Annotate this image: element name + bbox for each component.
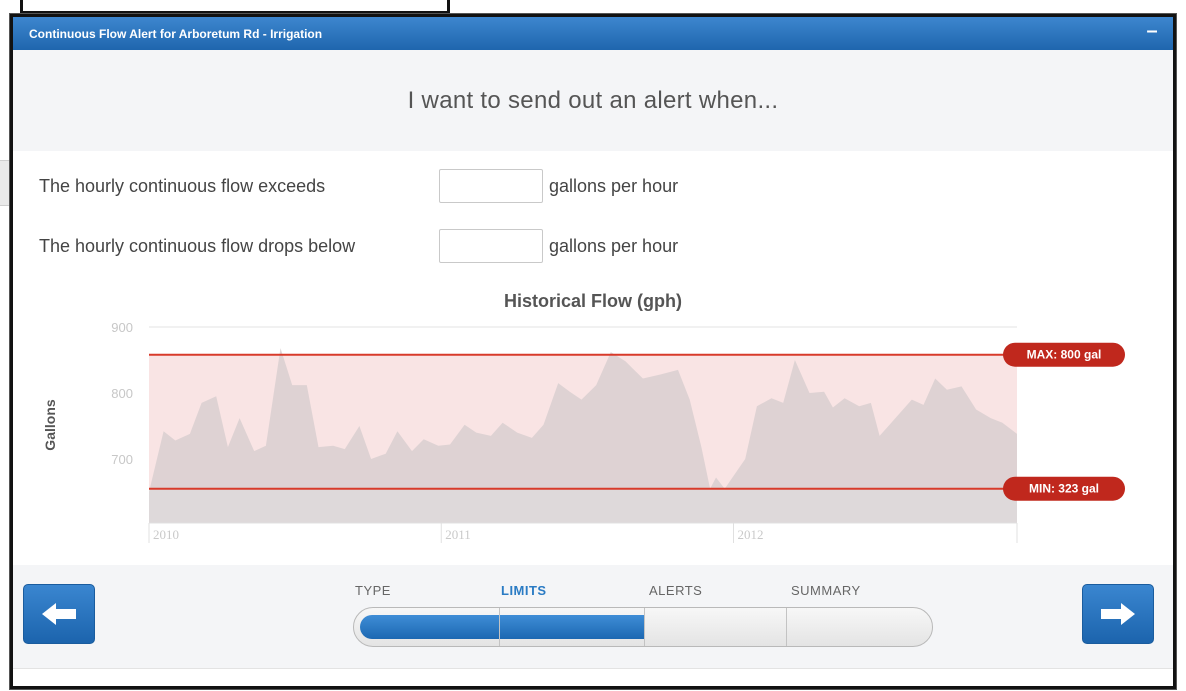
alert-dialog: Continuous Flow Alert for Arboretum Rd -… bbox=[10, 14, 1176, 689]
step-alerts[interactable]: ALERTS bbox=[649, 583, 702, 598]
wizard-progress-bar bbox=[353, 607, 933, 647]
back-button[interactable] bbox=[23, 584, 95, 644]
y-tick-label: 800 bbox=[111, 386, 133, 401]
heading-band: I want to send out an alert when... bbox=[13, 50, 1173, 151]
exceeds-input[interactable] bbox=[439, 169, 543, 203]
arrow-left-icon bbox=[42, 603, 76, 625]
below-input[interactable] bbox=[439, 229, 543, 263]
page-heading: I want to send out an alert when... bbox=[407, 86, 779, 114]
historical-flow-chart: Historical Flow (gph) 700 800 900 MAX: 800 … bbox=[13, 285, 1173, 565]
max-badge-label: MAX: 800 gal bbox=[1027, 348, 1102, 362]
minimize-icon[interactable]: – bbox=[1141, 21, 1163, 43]
dialog-titlebar: Continuous Flow Alert for Arboretum Rd -… bbox=[13, 17, 1173, 50]
progress-divider bbox=[644, 608, 645, 646]
x-tick-label: 2012 bbox=[738, 527, 764, 542]
below-unit: gallons per hour bbox=[549, 235, 679, 256]
min-badge-label: MIN: 323 gal bbox=[1029, 482, 1099, 496]
step-summary[interactable]: SUMMARY bbox=[791, 583, 861, 598]
arrow-right-icon bbox=[1101, 603, 1135, 625]
progress-fill bbox=[360, 615, 644, 639]
area-base bbox=[149, 488, 1017, 523]
dialog-title: Continuous Flow Alert for Arboretum Rd -… bbox=[29, 26, 323, 41]
step-limits[interactable]: LIMITS bbox=[501, 583, 547, 598]
below-row: The hourly continuous flow drops below g… bbox=[39, 229, 678, 263]
progress-divider bbox=[499, 608, 500, 646]
y-tick-label: 700 bbox=[111, 452, 133, 467]
step-type[interactable]: TYPE bbox=[355, 583, 391, 598]
progress-divider bbox=[786, 608, 787, 646]
y-tick-label: 900 bbox=[111, 320, 133, 335]
below-label: The hourly continuous flow drops below bbox=[39, 235, 356, 256]
wizard-footer: TYPE LIMITS ALERTS SUMMARY bbox=[13, 565, 1173, 668]
exceeds-label: The hourly continuous flow exceeds bbox=[39, 175, 326, 196]
exceeds-row: The hourly continuous flow exceeds gallo… bbox=[39, 169, 678, 203]
dialog-bottom-strip bbox=[13, 668, 1173, 686]
wizard-steps: TYPE LIMITS ALERTS SUMMARY bbox=[353, 583, 933, 653]
next-button[interactable] bbox=[1082, 584, 1154, 644]
exceeds-unit: gallons per hour bbox=[549, 175, 679, 196]
x-tick-label: 2010 bbox=[153, 527, 179, 542]
chart-svg: 700 800 900 MAX: 800 gal MIN: 323 gal 2010 201… bbox=[42, 320, 1125, 543]
background-window-frame bbox=[20, 0, 450, 14]
x-tick-label: 2011 bbox=[445, 527, 471, 542]
y-axis-label: Gallons bbox=[42, 399, 58, 451]
